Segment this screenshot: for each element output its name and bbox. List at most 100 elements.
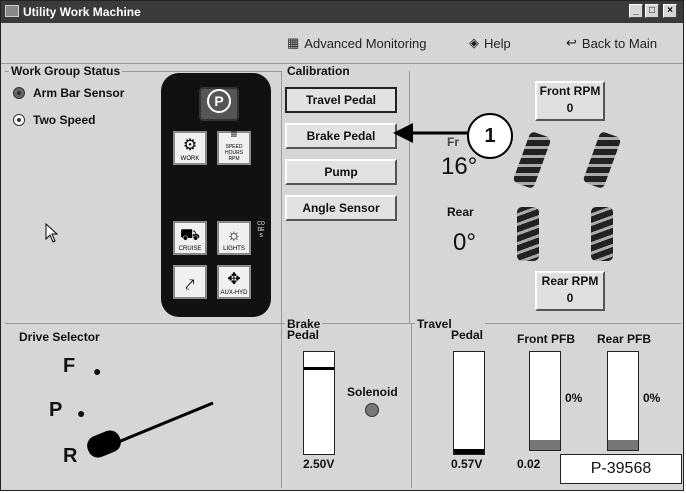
rear-right-tire-icon bbox=[591, 207, 613, 261]
front-left-tire-icon bbox=[512, 130, 552, 190]
travel-voltage: 0.57V bbox=[451, 457, 483, 471]
advanced-monitoring-label: Advanced Monitoring bbox=[304, 35, 427, 51]
key-label: CRUISE bbox=[178, 246, 202, 252]
work-group-title: Work Group Status bbox=[9, 64, 123, 78]
radio-two-speed[interactable]: Two Speed bbox=[13, 113, 95, 127]
rear-pfb-bar bbox=[607, 351, 639, 451]
mouse-cursor-icon bbox=[45, 223, 59, 243]
codes-label: CODES bbox=[257, 221, 265, 239]
top-nav: ▦ Advanced Monitoring ◈ Help ↩ Back to M… bbox=[1, 23, 683, 64]
speed-hours-rpm-key[interactable]: ≡ SPEED HOURS RPM bbox=[217, 127, 251, 165]
front-pfb-value: 0% bbox=[565, 391, 583, 405]
rear-rpm-value: 0 bbox=[566, 291, 574, 305]
radio-indicator bbox=[13, 114, 25, 126]
front-rpm-box: Front RPM 0 bbox=[535, 81, 605, 121]
radio-arm-bar-sensor[interactable]: Arm Bar Sensor bbox=[13, 86, 124, 100]
drive-r-label: R bbox=[63, 445, 78, 467]
front-rpm-label: Front RPM bbox=[539, 84, 601, 98]
window-title: Utility Work Machine bbox=[23, 5, 141, 19]
help-button[interactable]: ◈ Help bbox=[469, 35, 511, 51]
divider bbox=[5, 323, 681, 324]
divider bbox=[281, 323, 282, 488]
calibration-title: Calibration bbox=[285, 64, 352, 78]
speed-hours-rpm-icon: ≡ bbox=[230, 127, 238, 141]
back-arrow-icon: ↩ bbox=[566, 35, 577, 50]
drive-lever-icon[interactable] bbox=[81, 397, 221, 467]
key-label: LIGHTS bbox=[223, 246, 245, 252]
back-to-main-label: Back to Main bbox=[581, 35, 658, 51]
rear-left-tire-icon bbox=[517, 207, 539, 261]
rear-angle-label: Rear bbox=[447, 205, 474, 219]
rear-pfb-value: 0% bbox=[643, 391, 661, 405]
figure-id: P-39568 bbox=[560, 454, 682, 484]
divider bbox=[411, 323, 412, 488]
front-pfb-reading: 0.02 bbox=[517, 457, 541, 471]
travel-pedal-level bbox=[454, 448, 484, 454]
back-to-main-button[interactable]: ↩ Back to Main bbox=[566, 35, 657, 51]
front-angle-value: 16° bbox=[441, 153, 478, 180]
pump-button[interactable]: Pump bbox=[285, 159, 397, 185]
brake-voltage: 2.50V bbox=[303, 457, 335, 471]
brake-pedal-level bbox=[304, 367, 334, 371]
front-pfb-label: Front PFB bbox=[517, 332, 575, 346]
radio-label: Two Speed bbox=[33, 113, 96, 127]
travel-pedal-button[interactable]: Travel Pedal bbox=[285, 87, 397, 113]
radio-label: Arm Bar Sensor bbox=[33, 86, 125, 100]
brake-pedal-bar bbox=[303, 351, 335, 455]
key-label: AUX-HYD bbox=[220, 290, 248, 296]
travel-title: Travel Pedal bbox=[415, 317, 486, 342]
keypad-panel: P ⚙ WORK ≡ SPEED HOURS RPM ⛟ CRUISE ☼ LI… bbox=[161, 73, 271, 317]
front-right-tire-icon bbox=[582, 130, 622, 190]
divider bbox=[281, 71, 282, 323]
rear-angle-value: 0° bbox=[453, 229, 476, 256]
rear-pfb-fill bbox=[608, 440, 638, 450]
help-icon: ◈ bbox=[469, 35, 479, 50]
lights-key[interactable]: ☼ LIGHTS bbox=[217, 221, 251, 255]
work-key[interactable]: ⚙ WORK bbox=[173, 131, 207, 165]
travel-title-text: Travel bbox=[417, 317, 452, 331]
brake-title: Brake Pedal bbox=[285, 318, 323, 342]
drive-f-dot-icon: ● bbox=[93, 363, 102, 379]
parking-brake-key[interactable]: P bbox=[199, 87, 239, 121]
help-label: Help bbox=[484, 35, 511, 51]
front-pfb-bar bbox=[529, 351, 561, 451]
front-pfb-fill bbox=[530, 440, 560, 450]
rear-rpm-label: Rear RPM bbox=[541, 274, 599, 288]
minimize-button[interactable]: _ bbox=[629, 4, 643, 18]
key-label: SPEED HOURS RPM bbox=[224, 144, 244, 162]
angle-sensor-button[interactable]: Angle Sensor bbox=[285, 195, 397, 221]
maximize-button[interactable]: □ bbox=[645, 4, 659, 18]
parking-brake-icon: P bbox=[207, 89, 231, 113]
lights-icon: ☼ bbox=[226, 227, 242, 244]
work-icon: ⚙ bbox=[182, 137, 198, 154]
app-icon bbox=[5, 5, 19, 17]
callout-arrow-icon bbox=[393, 123, 469, 143]
title-bar: Utility Work Machine _ □ × bbox=[1, 1, 683, 23]
travel-pedal-label: Pedal bbox=[451, 328, 484, 342]
callout-number: 1 bbox=[467, 113, 513, 159]
tilt-icon: ⤤ bbox=[185, 277, 195, 294]
drive-f-label: F bbox=[63, 355, 76, 377]
rear-pfb-label: Rear PFB bbox=[597, 332, 652, 346]
monitor-icon: ▦ bbox=[287, 35, 300, 50]
key-label: WORK bbox=[180, 156, 200, 162]
brake-pedal-label: Pedal bbox=[287, 328, 320, 342]
radio-indicator bbox=[13, 87, 25, 99]
brake-pedal-button[interactable]: Brake Pedal bbox=[285, 123, 397, 149]
solenoid-label: Solenoid bbox=[347, 385, 398, 399]
drive-p-label: P bbox=[49, 399, 63, 421]
cruise-key[interactable]: ⛟ CRUISE bbox=[173, 221, 207, 255]
travel-pedal-bar bbox=[453, 351, 485, 455]
solenoid-indicator-icon bbox=[365, 403, 379, 417]
rear-rpm-box: Rear RPM 0 bbox=[535, 271, 605, 311]
close-button[interactable]: × bbox=[663, 4, 677, 18]
aux-hyd-icon: ✥ bbox=[227, 271, 241, 288]
front-rpm-value: 0 bbox=[566, 101, 574, 115]
drive-selector-title: Drive Selector bbox=[17, 330, 102, 344]
app-window: Utility Work Machine _ □ × ▦ Advanced Mo… bbox=[0, 0, 684, 491]
divider bbox=[409, 71, 410, 323]
tilt-key[interactable]: ⤤ bbox=[173, 265, 207, 299]
advanced-monitoring-button[interactable]: ▦ Advanced Monitoring bbox=[287, 35, 426, 51]
aux-hyd-key[interactable]: ✥ AUX-HYD bbox=[217, 265, 251, 299]
cruise-icon: ⛟ bbox=[179, 227, 201, 244]
